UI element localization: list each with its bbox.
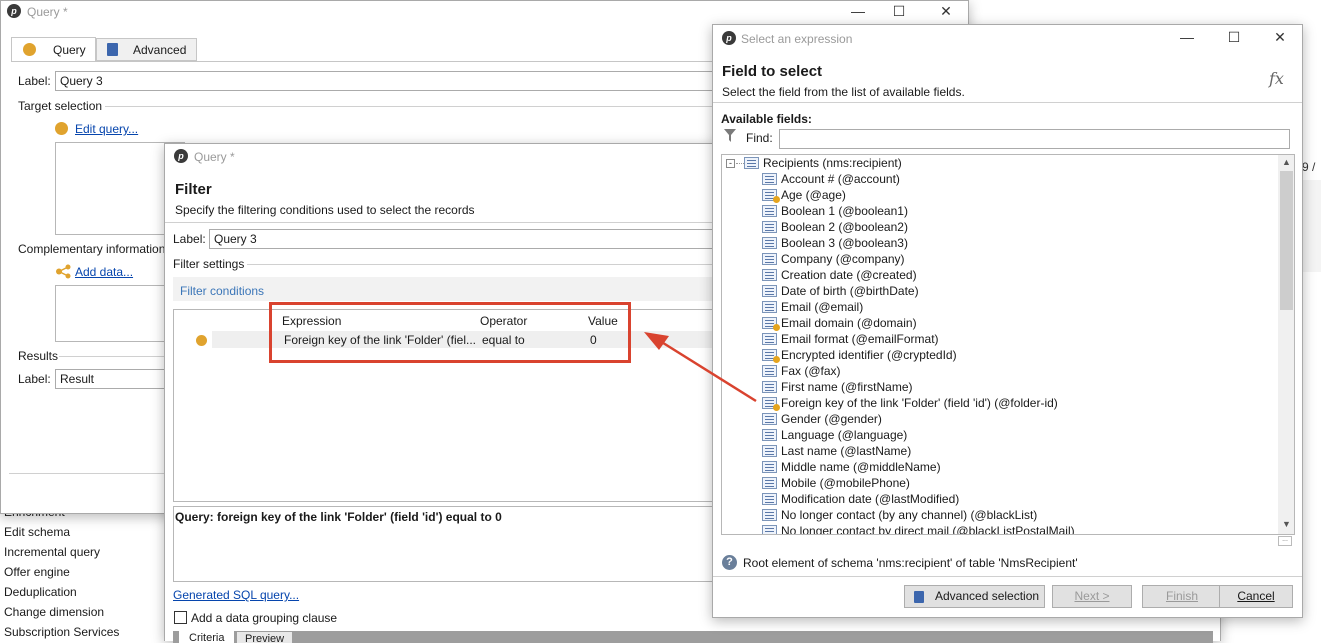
arrow-head	[644, 332, 669, 350]
arrow-line	[659, 339, 757, 403]
annotation-arrow	[644, 332, 757, 403]
